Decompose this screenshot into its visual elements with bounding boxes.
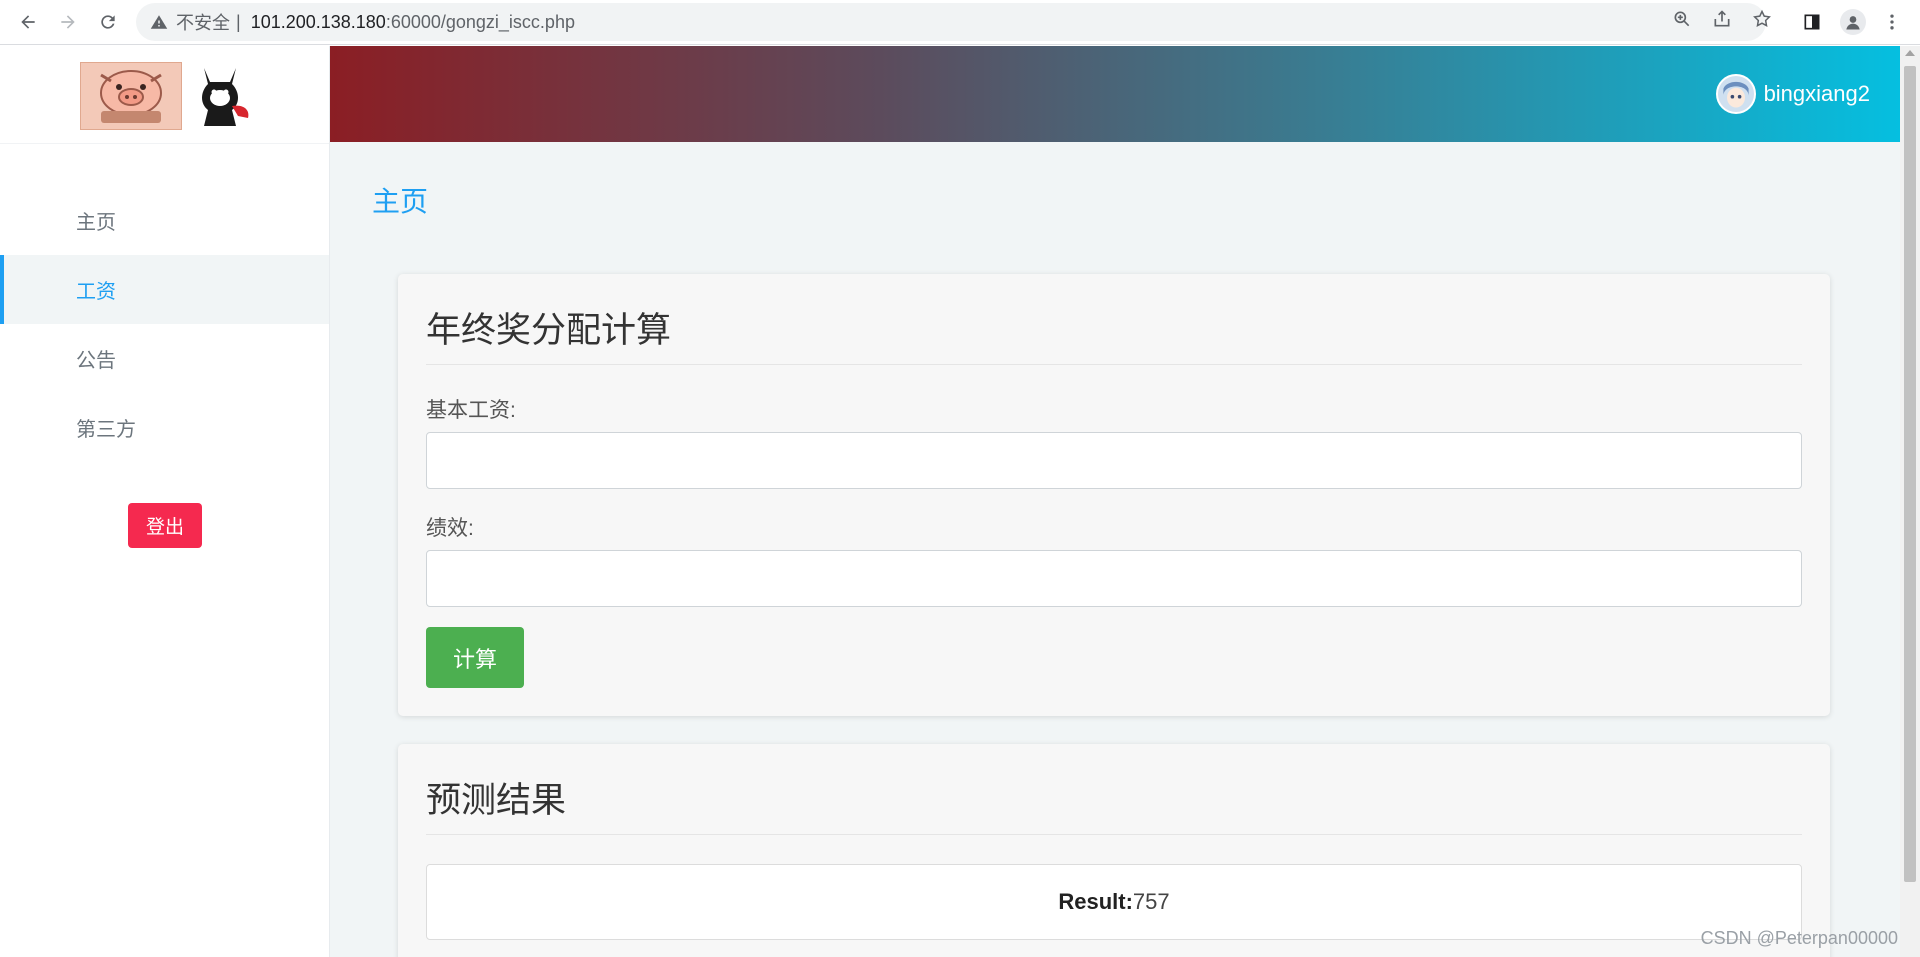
cat-logo-icon: [188, 60, 252, 132]
url-host: 101.200.138.180: [250, 11, 386, 32]
pig-logo-icon: [80, 62, 182, 130]
sidebar-item-third-party[interactable]: 第三方: [0, 393, 329, 462]
page-scrollbar[interactable]: [1900, 46, 1920, 957]
forward-button[interactable]: [52, 6, 84, 38]
logout-button[interactable]: 登出: [128, 503, 202, 548]
card-title: 年终奖分配计算: [426, 311, 672, 350]
back-button[interactable]: [12, 6, 44, 38]
top-header: bingxiang2: [330, 46, 1900, 142]
sidebar-item-label: 第三方: [76, 419, 136, 441]
reload-button[interactable]: [92, 6, 124, 38]
scroll-thumb[interactable]: [1904, 66, 1916, 882]
bookmark-button[interactable]: [1750, 7, 1774, 31]
profile-button[interactable]: [1837, 6, 1869, 38]
sidebar-item-label: 主页: [76, 212, 116, 234]
reload-icon: [101, 15, 115, 29]
address-bar[interactable]: 不安全 | 101.200.138.180:60000/gongzi_iscc.…: [136, 3, 1766, 41]
prediction-result-card: 预测结果 Result: 757: [398, 744, 1830, 957]
sidebar-item-announcement[interactable]: 公告: [0, 324, 329, 393]
sidebar-item-label: 工资: [76, 281, 116, 303]
browser-toolbar: 不安全 | 101.200.138.180:60000/gongzi_iscc.…: [0, 0, 1920, 45]
result-label: Result:: [1058, 889, 1133, 914]
kebab-menu-icon: [1890, 14, 1894, 30]
watermark: CSDN @Peterpan00000: [1700, 928, 1898, 948]
sidebar-menu: 主页 工资 公告 第三方: [0, 186, 329, 462]
result-value: 757: [1132, 889, 1170, 914]
forward-arrow-icon: [61, 15, 75, 29]
profile-avatar-icon: [1840, 9, 1866, 35]
url-path: :60000/gongzi_iscc.php: [385, 11, 575, 32]
share-icon: [1714, 10, 1730, 27]
sidebar: 主页 工资 公告 第三方 登出: [0, 46, 330, 957]
back-arrow-icon: [21, 15, 35, 29]
performance-label: 绩效:: [426, 517, 474, 540]
share-button[interactable]: [1710, 7, 1734, 31]
page-title: 主页: [372, 186, 429, 217]
star-icon: [1753, 9, 1771, 27]
side-panel-icon: [1804, 14, 1820, 30]
scroll-up-arrow-icon[interactable]: [1905, 50, 1915, 56]
sidebar-item-salary[interactable]: 工资: [0, 255, 329, 324]
zoom-icon: [1674, 11, 1690, 27]
zoom-button[interactable]: [1670, 7, 1694, 31]
security-label: 不安全: [176, 13, 230, 33]
sidebar-item-label: 公告: [76, 350, 116, 372]
base-salary-label: 基本工资:: [426, 399, 516, 422]
card-divider: [426, 364, 1802, 365]
user-avatar-icon: [1715, 74, 1756, 114]
card-title: 预测结果: [426, 781, 567, 820]
sidebar-item-home[interactable]: 主页: [0, 186, 329, 255]
user-menu[interactable]: bingxiang2: [1715, 74, 1870, 114]
bonus-calculation-card: 年终奖分配计算 基本工资: 绩效: 计算: [398, 274, 1830, 716]
main-content: 主页 年终奖分配计算 基本工资: 绩效: 计算 预测结果 Result: 757: [330, 142, 1900, 957]
card-divider: [426, 834, 1802, 835]
address-separator: |: [236, 11, 241, 32]
warning-icon: [150, 15, 168, 29]
performance-input[interactable]: [426, 550, 1802, 607]
username: bingxiang2: [1763, 81, 1870, 106]
browser-menu-button[interactable]: [1876, 6, 1908, 38]
side-panel-button[interactable]: [1796, 6, 1828, 38]
result-box: Result: 757: [426, 864, 1802, 940]
base-salary-input[interactable]: [426, 432, 1802, 489]
calculate-button[interactable]: 计算: [426, 627, 524, 688]
logo-area: [0, 46, 329, 144]
